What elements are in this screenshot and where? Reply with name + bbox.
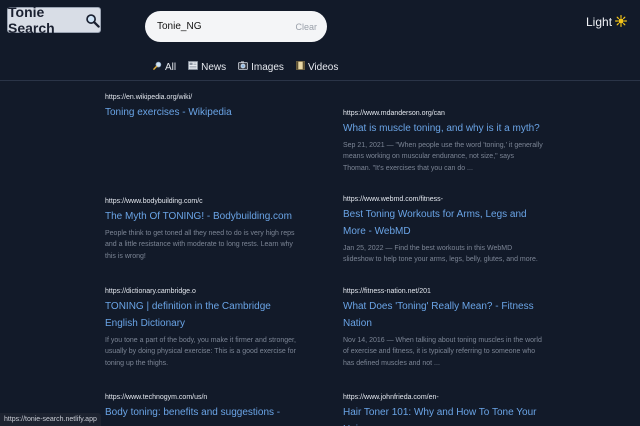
search-bar: Clear [145,11,327,42]
result-snippet: Nov 14, 2016 — When talking about toning… [343,337,542,367]
videos-icon [296,61,305,73]
result-item: https://www.mdanderson.org/can What is m… [343,109,543,174]
result-title[interactable]: Body toning: benefits and suggestions - [105,404,305,421]
result-url[interactable]: https://www.bodybuilding.com/c [105,197,305,206]
result-item: https://www.webmd.com/fitness- Best Toni… [343,195,543,266]
result-snippet: Sep 21, 2021 — "When people use the word… [343,142,543,172]
result-url[interactable]: https://www.technogym.com/us/n [105,393,305,402]
tab-videos-label: Videos [307,61,339,73]
magnifier-icon [85,13,100,28]
tab-all-label: All [165,61,177,73]
result-title[interactable]: What Does 'Toning' Really Mean? - Fitnes… [343,298,543,332]
tab-news[interactable]: News [188,61,226,73]
theme-toggle[interactable]: Light [586,14,628,30]
result-url[interactable]: https://www.mdanderson.org/can [343,109,543,118]
tab-news-label: News [201,61,227,73]
result-url[interactable]: https://dictionary.cambridge.o [105,287,305,296]
result-url[interactable]: https://en.wikipedia.org/wiki/ [105,93,305,102]
result-title[interactable]: Hair Toner 101: Why and How To Tone Your… [343,404,543,426]
result-snippet: Jan 25, 2022 — Find the best workouts in… [343,245,538,264]
search-input[interactable] [157,21,296,32]
result-snippet: If you tone a part of the body, you make… [105,337,296,367]
result-url[interactable]: https://www.johnfrieda.com/en- [343,393,543,402]
result-title[interactable]: TONING | definition in the Cambridge Eng… [105,298,305,332]
result-url[interactable]: https://fitness-nation.net/201 [343,287,543,296]
result-item: https://fitness-nation.net/201 What Does… [343,287,543,369]
clear-button[interactable]: Clear [295,22,317,32]
tab-all[interactable]: All [153,61,176,73]
news-icon [188,61,199,73]
result-title[interactable]: What is muscle toning, and why is it a m… [343,120,543,137]
tab-videos[interactable]: Videos [296,61,338,73]
top-header: Tonie Search Clear Light [0,0,640,81]
logo-text: Tonie Search [8,4,55,36]
result-item: https://www.technogym.com/us/n Body toni… [105,393,305,424]
status-bar-url: https://tonie-search.netlify.app [0,413,101,426]
search-tabs: All News Images Videos [153,60,338,74]
sun-icon [615,14,628,30]
result-item: https://www.bodybuilding.com/c The Myth … [105,197,305,262]
result-item: https://www.johnfrieda.com/en- Hair Tone… [343,393,543,426]
theme-label: Light [586,15,613,29]
result-item: https://dictionary.cambridge.o TONING | … [105,287,305,369]
result-title[interactable]: The Myth Of TONING! - Bodybuilding.com [105,208,305,225]
result-title[interactable]: Toning exercises - Wikipedia [105,104,305,121]
result-title[interactable]: Best Toning Workouts for Arms, Legs and … [343,206,543,240]
tab-images[interactable]: Images [238,61,284,73]
tab-images-label: Images [251,61,284,73]
result-item: https://en.wikipedia.org/wiki/ Toning ex… [105,93,305,124]
images-icon [238,61,249,73]
search-icon [153,61,162,73]
result-url[interactable]: https://www.webmd.com/fitness- [343,195,543,204]
result-snippet: People think to get toned all they need … [105,230,295,260]
logo-button[interactable]: Tonie Search [7,4,101,36]
